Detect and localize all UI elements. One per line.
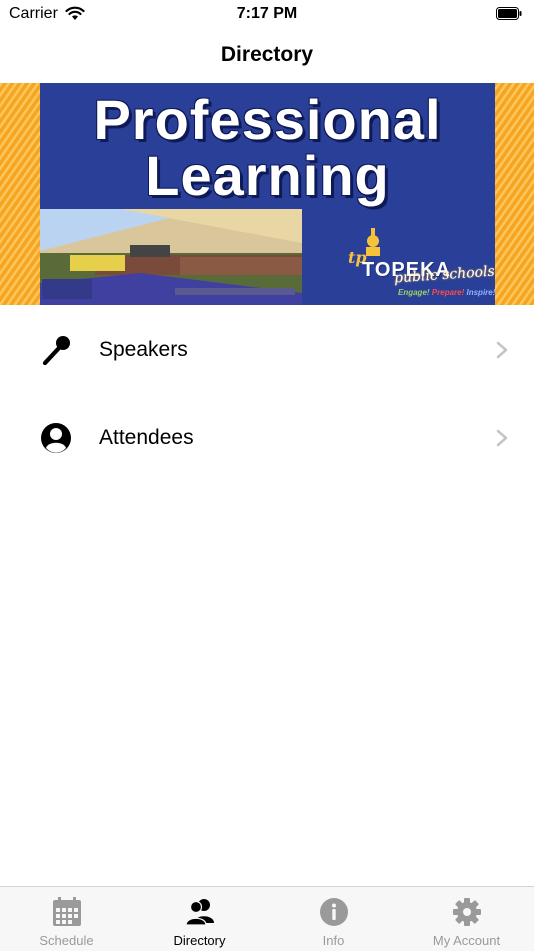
tab-info-label: Info <box>322 933 345 948</box>
tab-my-account[interactable]: My Account <box>400 887 533 951</box>
tagline-engage: Engage! <box>398 288 430 297</box>
tagline-inspire: Inspire! <box>466 288 496 297</box>
gear-icon <box>452 898 481 926</box>
chevron-right-icon <box>496 341 508 359</box>
status-bar: Carrier 7:17 PM <box>0 0 534 28</box>
tab-schedule[interactable]: Schedule <box>0 887 133 951</box>
calendar-icon <box>52 897 81 926</box>
attendees-label: Attendees <box>99 426 194 449</box>
tagline-prepare: Prepare! <box>431 288 465 297</box>
microphone-icon <box>42 336 70 366</box>
person-circle-icon <box>41 423 71 453</box>
speakers-label: Speakers <box>99 338 188 361</box>
list-item-speakers[interactable]: Speakers <box>0 306 534 394</box>
banner-image: tp Professional Learning TOPEKA public s… <box>0 83 534 305</box>
banner-title-line2: Learning <box>145 144 390 207</box>
tab-my-account-label: My Account <box>432 933 501 948</box>
tab-bar: Schedule Directory Info My Account <box>0 886 534 951</box>
tab-info[interactable]: Info <box>267 887 400 951</box>
page-title: Directory <box>220 43 314 66</box>
battery-icon <box>496 7 522 20</box>
tab-schedule-label: Schedule <box>39 933 94 948</box>
tab-directory[interactable]: Directory <box>133 887 266 951</box>
list-item-attendees[interactable]: Attendees <box>0 394 534 482</box>
people-icon <box>184 899 214 926</box>
info-icon <box>319 898 348 926</box>
status-time: 7:17 PM <box>236 5 298 22</box>
chevron-right-icon <box>496 429 508 447</box>
banner-tagline: Engage! Prepare! Inspire! <box>398 288 495 297</box>
tab-directory-label: Directory <box>173 933 226 948</box>
